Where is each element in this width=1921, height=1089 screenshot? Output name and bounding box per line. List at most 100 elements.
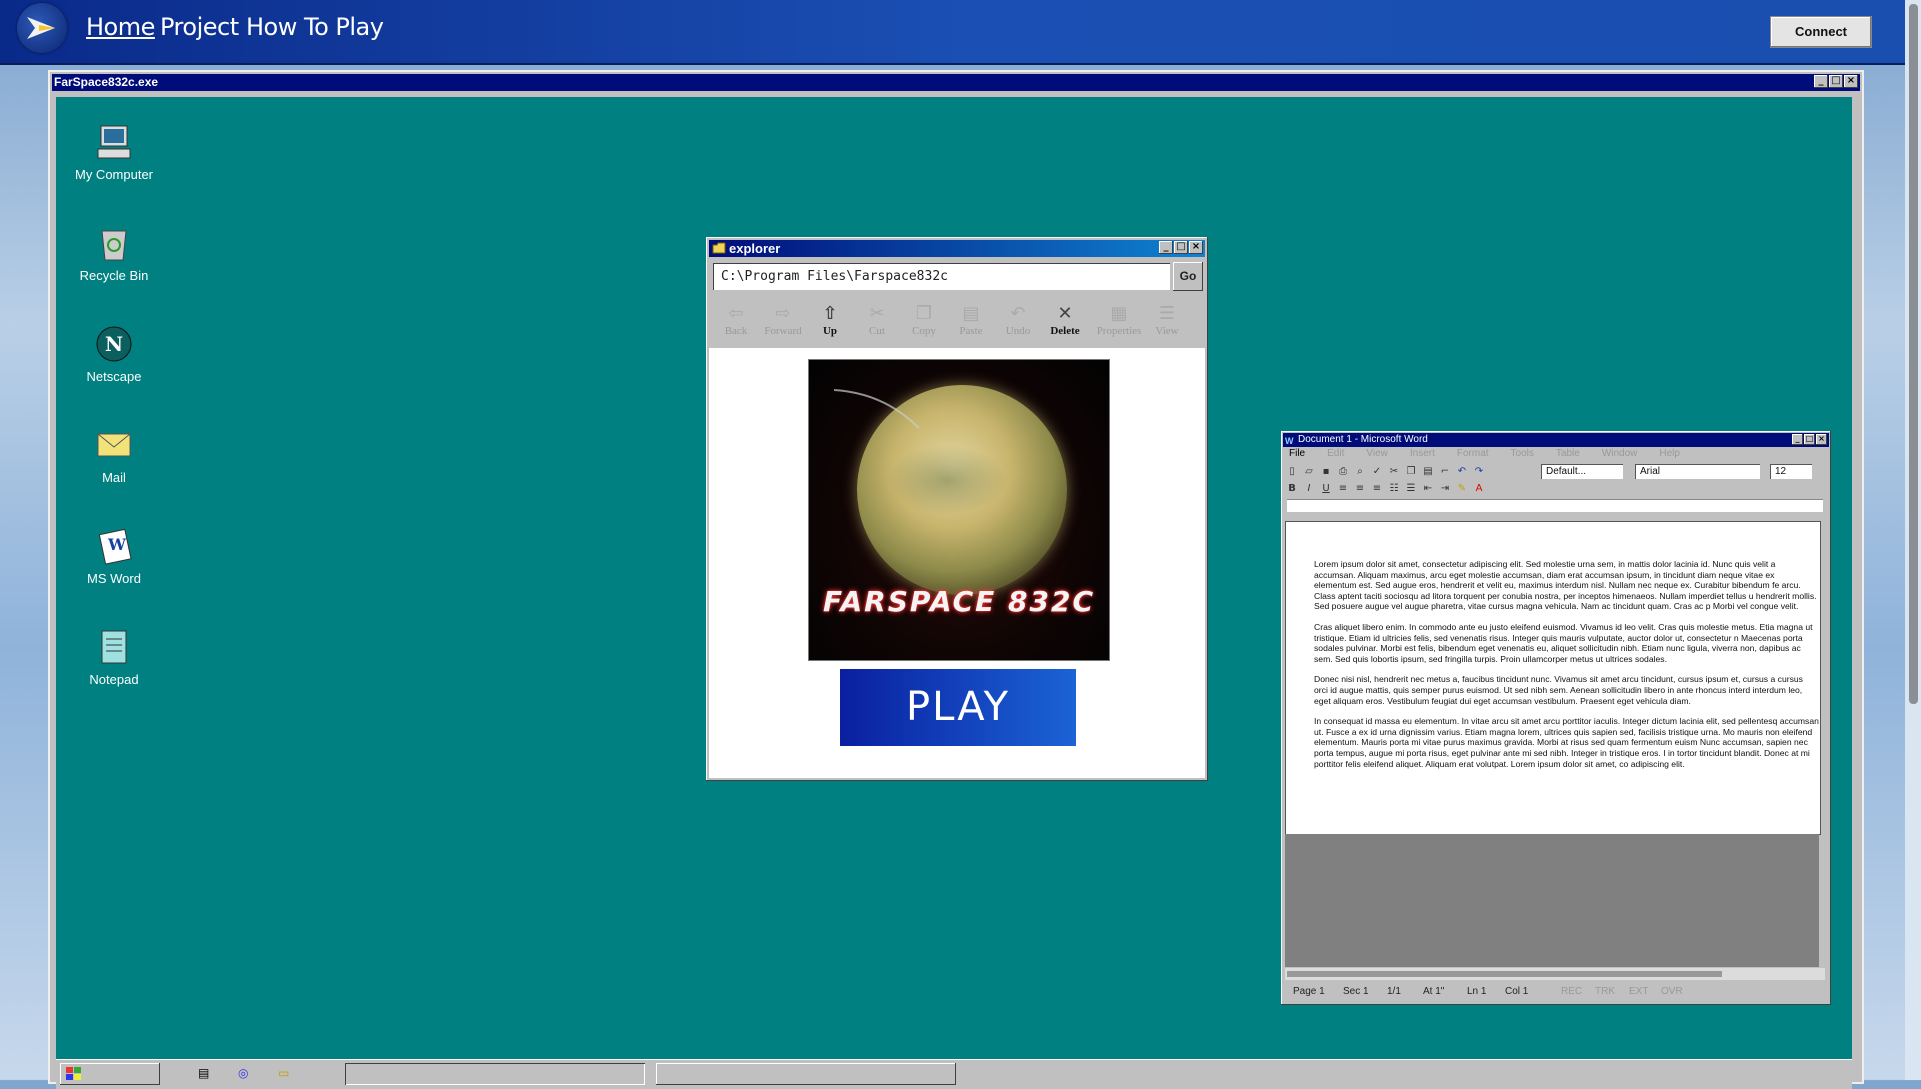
word-titlebar[interactable]: W Document 1 - Microsoft Word _ □ × [1283, 433, 1829, 447]
bold-icon[interactable]: B [1285, 482, 1299, 496]
status-ovr: OVR [1661, 986, 1683, 997]
toolbar-forward-button[interactable]: ⇨ Forward [760, 303, 806, 337]
desktop-icon-label: Mail [102, 470, 126, 485]
site-logo[interactable] [17, 3, 67, 53]
quick-launch-icon[interactable]: ◎ [238, 1066, 248, 1080]
toolbar-copy-button[interactable]: ❐ Copy [901, 303, 947, 337]
toolbar-view-button[interactable]: ☰ View [1144, 303, 1190, 337]
font-select[interactable]: Arial [1635, 464, 1760, 479]
font-color-icon[interactable]: A [1472, 482, 1486, 496]
desktop-icon-my-computer[interactable]: My Computer [59, 122, 169, 182]
undo-icon[interactable]: ↶ [1455, 465, 1469, 479]
word-title: Document 1 - Microsoft Word [1298, 434, 1428, 445]
nav-link-project[interactable]: Project [160, 13, 239, 41]
desktop-icon-mail[interactable]: Mail [59, 425, 169, 485]
app-window-titlebar[interactable]: FarSpace832c.exe _ □ × [52, 74, 1860, 91]
play-button[interactable]: PLAY [840, 669, 1076, 746]
app-window: FarSpace832c.exe _ □ × My Computer Recyc… [48, 70, 1864, 1089]
document-page[interactable]: Lorem ipsum dolor sit amet, consectetur … [1285, 521, 1821, 835]
quick-launch-icon[interactable]: ▭ [278, 1066, 289, 1080]
maximize-button[interactable]: □ [1829, 75, 1843, 88]
menu-table[interactable]: Table [1556, 448, 1580, 459]
menu-format[interactable]: Format [1457, 448, 1489, 459]
taskbar-item-explorer[interactable] [345, 1063, 645, 1085]
desktop-icon-notepad[interactable]: Notepad [59, 627, 169, 687]
windows-logo-icon [66, 1067, 81, 1080]
taskbar-item-word[interactable] [656, 1063, 956, 1085]
explorer-content: FARSPACE 832C PLAY [709, 348, 1205, 778]
explorer-titlebar[interactable]: explorer _ □ × [709, 240, 1205, 257]
document-background [1285, 834, 1819, 967]
close-button[interactable]: × [1816, 434, 1827, 445]
close-button[interactable]: × [1844, 75, 1858, 88]
align-right-icon[interactable]: ≡ [1370, 482, 1384, 496]
format-painter-icon[interactable]: ⌐ [1438, 465, 1452, 479]
paste-icon[interactable]: ▤ [1421, 465, 1435, 479]
outdent-icon[interactable]: ⇤ [1421, 482, 1435, 496]
menu-help[interactable]: Help [1659, 448, 1680, 459]
print-icon[interactable]: ⎙ [1336, 465, 1350, 479]
top-nav-bar: Home Project How To Play Connect [0, 0, 1921, 65]
desktop-icon-netscape[interactable]: N Netscape [59, 324, 169, 384]
menu-view[interactable]: View [1366, 448, 1388, 459]
new-doc-icon[interactable]: ▯ [1285, 465, 1299, 479]
maximize-button[interactable]: □ [1174, 241, 1188, 254]
minimize-button[interactable]: _ [1159, 241, 1173, 254]
nav-link-home[interactable]: Home [86, 13, 155, 41]
start-button[interactable] [60, 1063, 160, 1085]
menu-file[interactable]: File [1289, 448, 1305, 459]
copy-icon[interactable]: ❐ [1404, 465, 1418, 479]
nav-link-how-to-play[interactable]: How To Play [246, 13, 384, 41]
numbered-list-icon[interactable]: ☷ [1387, 482, 1401, 496]
highlight-icon[interactable]: ✎ [1455, 482, 1469, 496]
style-select[interactable]: Default... [1541, 464, 1623, 479]
toolbar-cut-button[interactable]: ✂ Cut [854, 303, 900, 337]
toolbar-label: Undo [1005, 325, 1031, 337]
word-standard-toolbar: ▯ ▱ ▪ ⎙ ⌕ ✓ ✂ ❐ ▤ ⌐ ↶ ↷ [1285, 464, 1486, 480]
font-size-select[interactable]: 12 [1770, 464, 1812, 479]
indent-icon[interactable]: ⇥ [1438, 482, 1452, 496]
align-center-icon[interactable]: ≡ [1353, 482, 1367, 496]
bullet-list-icon[interactable]: ☰ [1404, 482, 1418, 496]
minimize-button[interactable]: _ [1814, 75, 1828, 88]
menu-insert[interactable]: Insert [1410, 448, 1435, 459]
toolbar-undo-button[interactable]: ↶ Undo [995, 303, 1041, 337]
minimize-button[interactable]: _ [1792, 434, 1803, 445]
cut-icon[interactable]: ✂ [1387, 465, 1401, 479]
spellcheck-icon[interactable]: ✓ [1370, 465, 1384, 479]
horizontal-scrollbar[interactable] [1285, 968, 1825, 980]
print-preview-icon[interactable]: ⌕ [1353, 465, 1367, 479]
notepad-icon [94, 627, 134, 667]
toolbar-label: Forward [764, 325, 802, 337]
align-left-icon[interactable]: ≡ [1336, 482, 1350, 496]
status-ext: EXT [1629, 986, 1649, 997]
toolbar-up-button[interactable]: ⇧ Up [807, 303, 853, 337]
toolbar-properties-button[interactable]: ▦ Properties [1092, 303, 1146, 337]
save-icon[interactable]: ▪ [1319, 465, 1333, 479]
redo-icon[interactable]: ↷ [1472, 465, 1486, 479]
close-button[interactable]: × [1189, 241, 1203, 254]
toolbar-paste-button[interactable]: ▤ Paste [948, 303, 994, 337]
status-page: Page 1 [1293, 986, 1325, 997]
menu-window[interactable]: Window [1602, 448, 1638, 459]
quick-launch-icon[interactable]: ▤ [198, 1066, 209, 1080]
connect-button[interactable]: Connect [1770, 16, 1872, 48]
desktop-icon-ms-word[interactable]: W MS Word [59, 526, 169, 586]
horizontal-scrollbar-thumb[interactable] [1287, 971, 1722, 977]
maximize-button[interactable]: □ [1804, 434, 1815, 445]
go-button[interactable]: Go [1173, 262, 1203, 291]
open-folder-icon[interactable]: ▱ [1302, 465, 1316, 479]
underline-icon[interactable]: U [1319, 482, 1333, 496]
status-rec: REC [1561, 986, 1583, 997]
paragraph: Lorem ipsum dolor sit amet, consectetur … [1314, 559, 1817, 612]
toolbar-delete-button[interactable]: ✕ Delete [1042, 303, 1088, 337]
menu-tools[interactable]: Tools [1511, 448, 1534, 459]
toolbar-back-button[interactable]: ⇦ Back [713, 303, 759, 337]
address-input[interactable]: C:\Program Files\Farspace832c [713, 263, 1170, 290]
page-scrollbar[interactable] [1905, 0, 1921, 1080]
desktop-icon-recycle-bin[interactable]: Recycle Bin [59, 223, 169, 283]
italic-icon[interactable]: I [1302, 482, 1316, 496]
menu-edit[interactable]: Edit [1327, 448, 1344, 459]
page-scrollbar-thumb[interactable] [1909, 4, 1918, 704]
taskbar: ▤ ◎ ▭ [56, 1059, 1852, 1089]
